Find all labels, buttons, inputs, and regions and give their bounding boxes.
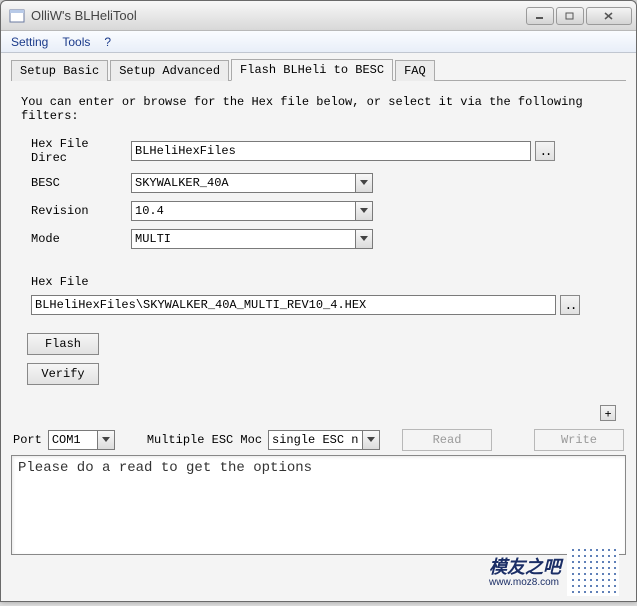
hex-dir-label: Hex File Direc (21, 137, 131, 165)
tab-setup-basic[interactable]: Setup Basic (11, 60, 108, 81)
menu-help[interactable]: ? (100, 33, 121, 51)
expand-button[interactable]: + (600, 405, 616, 421)
chevron-down-icon[interactable] (356, 229, 373, 249)
menu-tools[interactable]: Tools (58, 33, 100, 51)
port-label: Port (13, 433, 42, 447)
watermark-url: www.moz8.com (489, 577, 561, 588)
minimize-button[interactable] (526, 7, 554, 25)
flash-button[interactable]: Flash (27, 333, 99, 355)
verify-button[interactable]: Verify (27, 363, 99, 385)
menubar: Setting Tools ? (1, 31, 636, 53)
multiple-esc-value[interactable] (268, 430, 363, 450)
chevron-down-icon[interactable] (98, 430, 115, 450)
multiple-esc-combo[interactable] (268, 430, 380, 450)
mode-label: Mode (21, 232, 131, 246)
tab-panel-flash: You can enter or browse for the Hex file… (11, 81, 626, 425)
browse-hex-dir-button[interactable]: .. (535, 141, 555, 161)
intro-text: You can enter or browse for the Hex file… (21, 95, 616, 123)
tab-strip: Setup Basic Setup Advanced Flash BLHeli … (11, 59, 626, 81)
multiple-esc-label: Multiple ESC Moc (147, 433, 262, 447)
tab-flash-blheli[interactable]: Flash BLHeli to BESC (231, 59, 393, 81)
besc-combo[interactable] (131, 173, 373, 193)
besc-value[interactable] (131, 173, 356, 193)
tab-faq[interactable]: FAQ (395, 60, 435, 81)
mode-value[interactable] (131, 229, 356, 249)
port-value[interactable] (48, 430, 98, 450)
port-combo[interactable] (48, 430, 115, 450)
besc-label: BESC (21, 176, 131, 190)
revision-value[interactable] (131, 201, 356, 221)
tab-setup-advanced[interactable]: Setup Advanced (110, 60, 229, 81)
watermark-text: 模友之吧 (489, 553, 561, 579)
browse-hex-file-button[interactable]: .. (560, 295, 580, 315)
revision-combo[interactable] (131, 201, 373, 221)
log-panel: Please do a read to get the options (11, 455, 626, 555)
maximize-button[interactable] (556, 7, 584, 25)
hex-file-label: Hex File (21, 275, 89, 289)
mode-combo[interactable] (131, 229, 373, 249)
chevron-down-icon[interactable] (356, 201, 373, 221)
chevron-down-icon[interactable] (356, 173, 373, 193)
chevron-down-icon[interactable] (363, 430, 380, 450)
bottom-bar: Port Multiple ESC Moc Read Write (11, 425, 626, 455)
menu-setting[interactable]: Setting (7, 33, 58, 51)
read-button[interactable]: Read (402, 429, 492, 451)
revision-label: Revision (21, 204, 131, 218)
close-button[interactable] (586, 7, 632, 25)
write-button[interactable]: Write (534, 429, 624, 451)
app-icon (9, 8, 25, 24)
hex-file-input[interactable] (31, 295, 556, 315)
window-title: OlliW's BLHeliTool (31, 8, 526, 23)
hex-dir-input[interactable] (131, 141, 531, 161)
titlebar[interactable]: OlliW's BLHeliTool (1, 1, 636, 31)
watermark: 模友之吧 www.moz8.com (489, 544, 619, 596)
qr-code-icon (567, 544, 619, 596)
